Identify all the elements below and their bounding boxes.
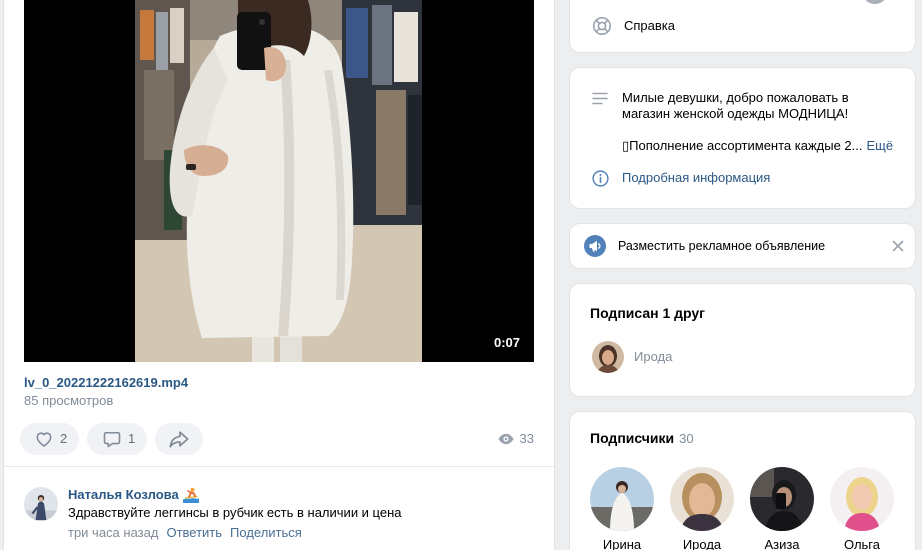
comment-author-avatar[interactable]: [24, 487, 58, 521]
avatar-photo: [24, 487, 58, 521]
megaphone-icon: [584, 235, 606, 257]
about-card: Милые девушки, добро пожаловать в магази…: [570, 68, 915, 208]
avatar-photo: [590, 467, 654, 531]
subscriber-avatar[interactable]: [590, 467, 654, 531]
subscriber-avatar[interactable]: [830, 467, 894, 531]
avatar-photo: [670, 467, 734, 531]
subscribers-title[interactable]: Подписчики 30: [590, 429, 694, 448]
about-announcement: ▯Пополнение ассортимента каждые 2... Ещё: [622, 138, 893, 154]
subscriber-name[interactable]: Ольга: [830, 537, 894, 550]
comment-text: Здравствуйте леггинсы в рубчик есть в на…: [68, 505, 402, 520]
comment-icon: [103, 431, 121, 448]
close-icon[interactable]: [892, 240, 904, 252]
friend-name[interactable]: Ирода: [634, 349, 672, 365]
create-ad-label: Разместить рекламное объявление: [618, 239, 826, 253]
announcement-text: ▯Пополнение ассортимента каждые 2...: [622, 138, 863, 153]
show-more-link[interactable]: Ещё: [867, 138, 894, 153]
video-player[interactable]: 0:07: [24, 0, 534, 362]
comment-author-row: Наталья Козлова: [68, 486, 199, 503]
video-thumbnail: [24, 0, 534, 362]
heart-icon: [36, 432, 52, 447]
subscriber-avatar[interactable]: [670, 467, 734, 531]
about-description: Милые девушки, добро пожаловать в магази…: [622, 90, 907, 122]
contact-avatar[interactable]: [862, 0, 888, 4]
avatar-photo: [862, 0, 888, 4]
help-card[interactable]: Справка: [570, 0, 915, 52]
avatar-photo: [592, 341, 624, 373]
subscribers-title-label: Подписчики: [590, 430, 675, 446]
help-label: Справка: [624, 18, 675, 33]
lifebuoy-icon: [593, 17, 611, 35]
subscriber-name[interactable]: Ирина: [590, 537, 654, 550]
subscriber-name[interactable]: Ирода: [670, 537, 734, 550]
about-description-line: Милые девушки, добро пожаловать в: [622, 90, 849, 105]
comments-count: 1: [128, 431, 136, 446]
share-button[interactable]: [155, 423, 203, 455]
post-card: 0:07 lv_0_20221222162619.mp4 85 просмотр…: [4, 0, 554, 550]
comment-footer: три часа назад Ответить Поделиться: [68, 525, 302, 541]
subscriber-avatar[interactable]: [750, 467, 814, 531]
video-title-link[interactable]: lv_0_20221222162619.mp4: [24, 375, 188, 391]
share-icon: [169, 431, 189, 448]
comment-author-name[interactable]: Наталья Козлова: [68, 486, 179, 503]
about-description-line: магазин женской одежды МОДНИЦА!: [622, 106, 849, 121]
info-icon: [592, 170, 609, 187]
like-button[interactable]: 2: [20, 423, 79, 455]
subscribers-count: 30: [679, 431, 694, 446]
surfing-emoji-icon: [182, 487, 199, 503]
video-duration: 0:07: [493, 335, 520, 350]
likes-count: 2: [60, 431, 68, 446]
video-views-count: 85 просмотров: [24, 393, 114, 408]
subscribed-friends-card: Подписан 1 друг Ирода: [570, 284, 915, 396]
avatar-photo: [830, 467, 894, 531]
views-count: 33: [519, 431, 534, 446]
text-lines-icon: [592, 92, 608, 105]
avatar-photo: [750, 467, 814, 531]
subscriber-name[interactable]: Азиза: [750, 537, 814, 550]
detailed-info-link[interactable]: Подробная информация: [622, 170, 770, 186]
comment-time[interactable]: три часа назад: [68, 525, 158, 541]
share-comment-button[interactable]: Поделиться: [230, 525, 302, 541]
ad-card[interactable]: Разместить рекламное объявление: [570, 224, 915, 268]
divider: [4, 466, 554, 467]
friend-avatar[interactable]: [592, 341, 624, 373]
comment-button[interactable]: 1: [87, 423, 147, 455]
post-views: 33: [498, 431, 534, 447]
subscribers-card: Подписчики 30 Ирина Ирода Азиза Ольга: [570, 412, 915, 550]
friends-title[interactable]: Подписан 1 друг: [590, 304, 705, 322]
reply-button[interactable]: Ответить: [166, 525, 222, 541]
eye-icon: [498, 433, 514, 445]
